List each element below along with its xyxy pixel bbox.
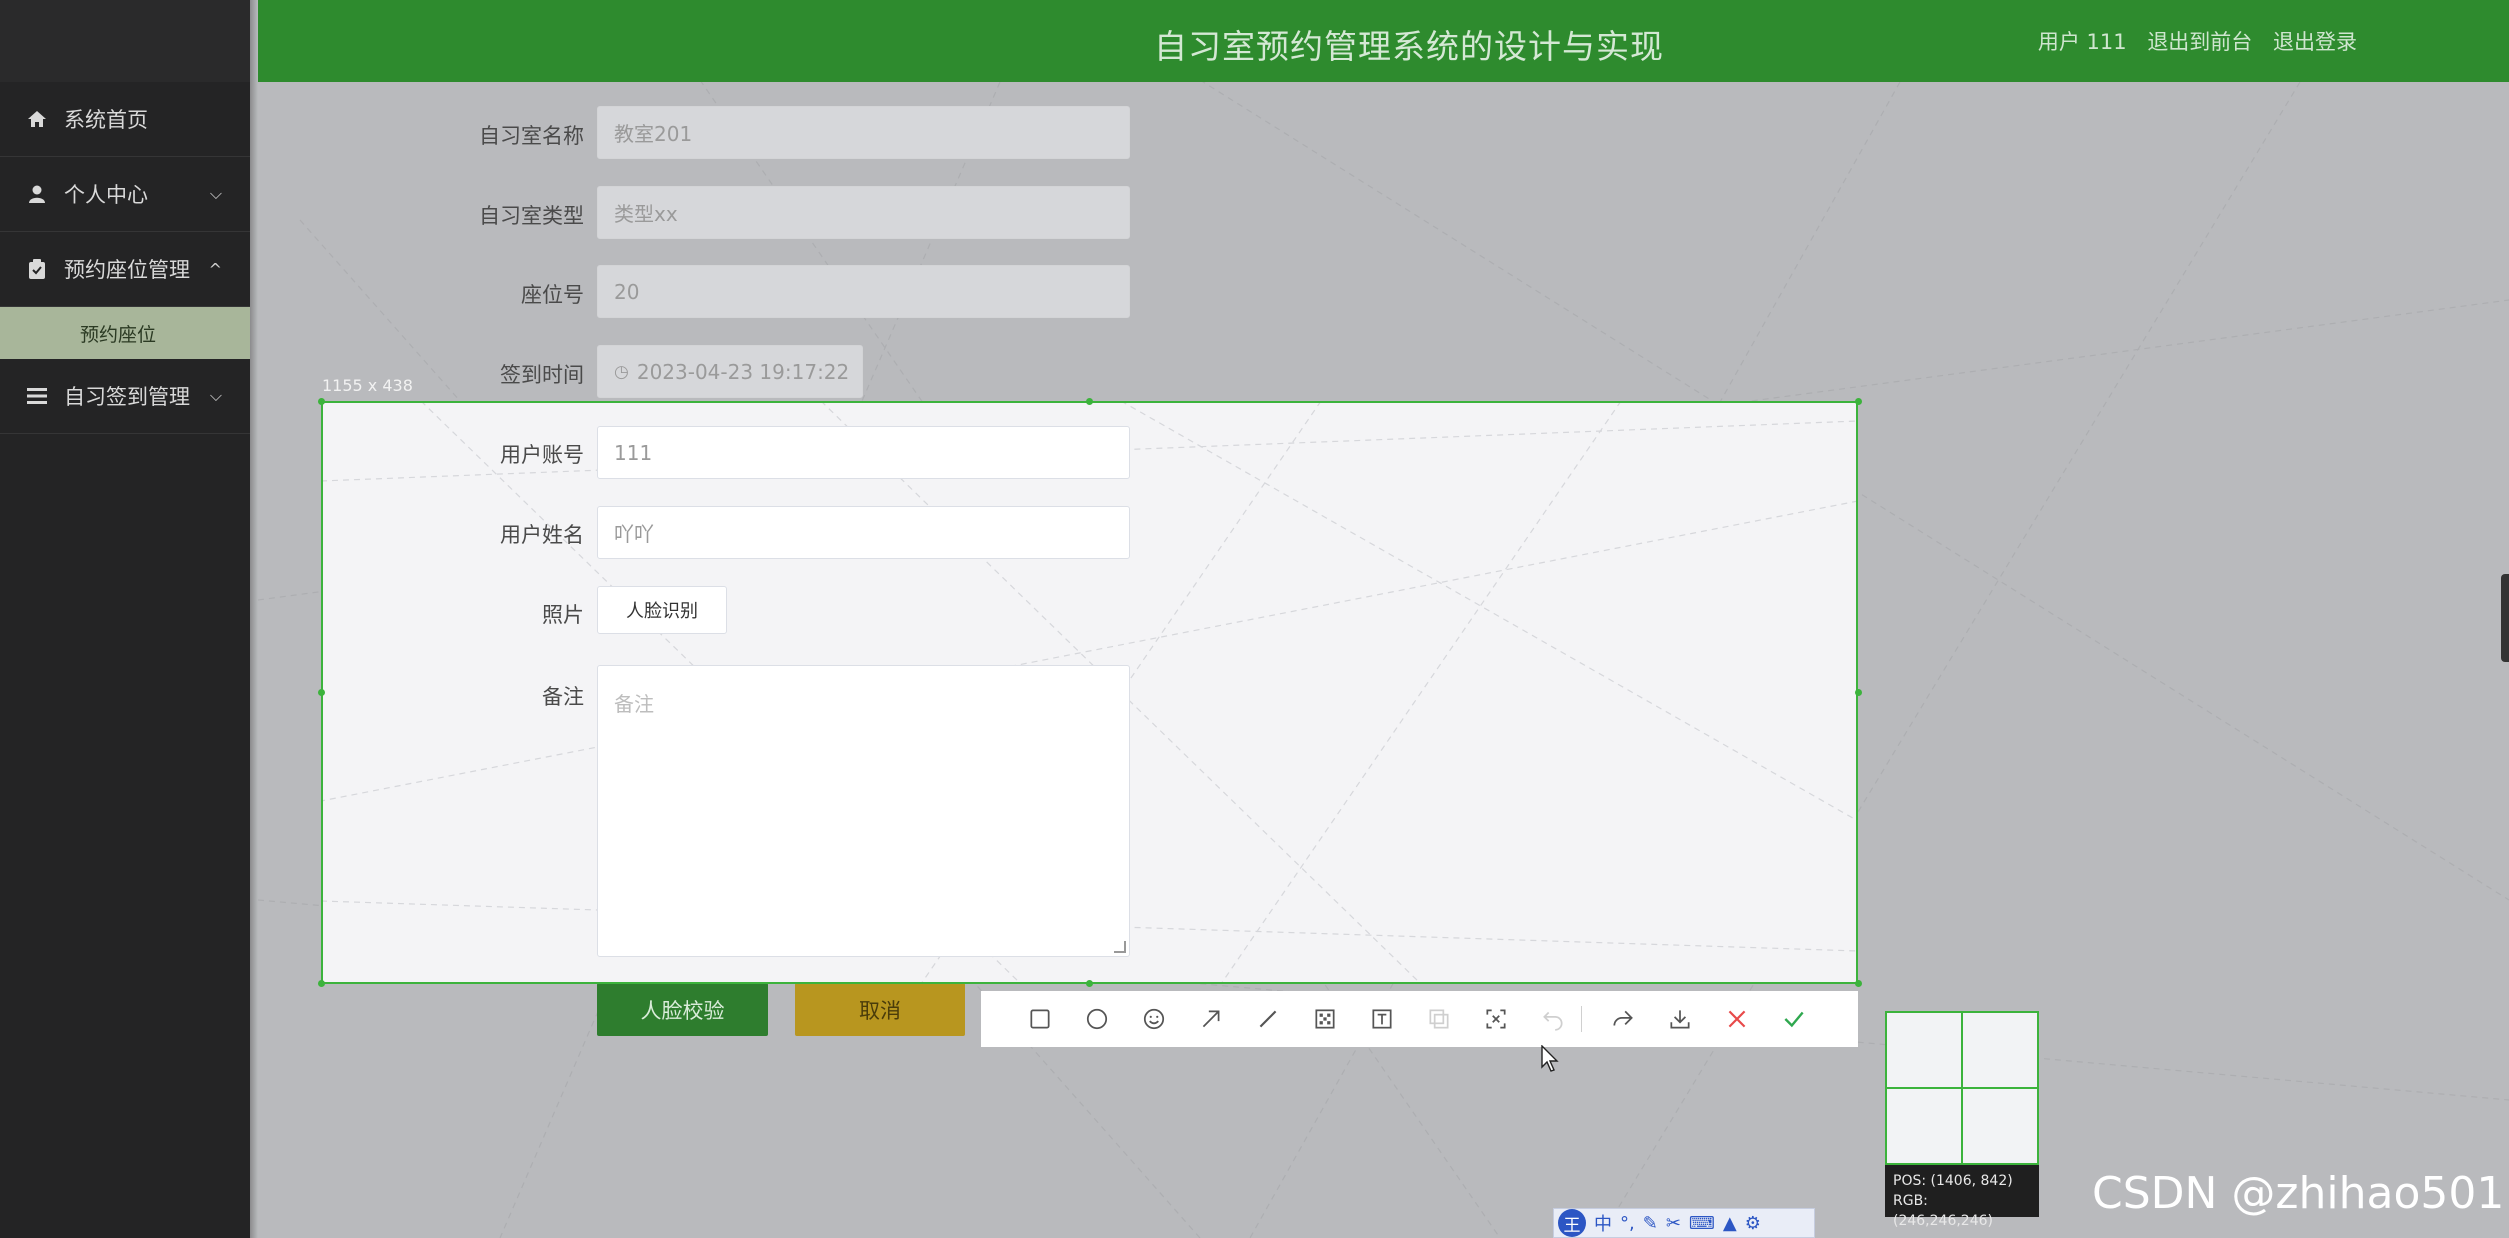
room-name-input[interactable]: 教室201 <box>597 106 1130 159</box>
sidebar-item-profile[interactable]: 个人中心 ⌵ <box>0 157 250 232</box>
room-type-label: 自习室类型 <box>479 204 584 228</box>
sidebar-item-label: 系统首页 <box>64 108 148 132</box>
resize-handle-bl[interactable] <box>318 980 325 987</box>
username-label: 用户姓名 <box>500 523 584 547</box>
room-type-input[interactable]: 类型xx <box>597 186 1130 239</box>
mosaic-icon[interactable] <box>1296 991 1353 1047</box>
photo-label: 照片 <box>542 603 584 627</box>
account-label: 用户账号 <box>500 443 584 467</box>
keyboard-icon[interactable]: ⌨ <box>1689 1213 1715 1234</box>
clipboard-icon <box>26 259 48 279</box>
punctuation-icon[interactable]: °, <box>1620 1213 1635 1234</box>
room-name-value: 教室201 <box>614 122 693 146</box>
rectangle-icon[interactable] <box>1011 991 1068 1047</box>
resize-handle-tl[interactable] <box>318 398 325 405</box>
sidebar-subitem-reserve-seat[interactable]: 预约座位 <box>0 307 250 359</box>
scrollbar-thumb[interactable] <box>2501 574 2509 662</box>
cursor-position: POS: (1406, 842) <box>1893 1173 2013 1189</box>
face-verify-button[interactable]: 人脸校验 <box>597 983 768 1036</box>
share-icon[interactable] <box>1594 991 1651 1047</box>
account-value: 111 <box>614 440 653 465</box>
sidebar: 系统首页 个人中心 ⌵ 预约座位管理 ^ 预约座位 自习签到管理 ⌵ <box>0 0 250 1238</box>
remark-label: 备注 <box>542 685 584 709</box>
page-title: 自习室预约管理系统的设计与实现 <box>1154 27 1664 66</box>
resize-handle-r[interactable] <box>1855 689 1862 696</box>
back-to-front-link[interactable]: 退出到前台 <box>2147 30 2252 54</box>
download-icon[interactable] <box>1651 991 1708 1047</box>
user-icon <box>26 184 48 204</box>
pixel-magnifier <box>1885 1011 2039 1165</box>
line-icon[interactable] <box>1239 991 1296 1047</box>
sidebar-item-label: 预约座位 <box>80 323 157 346</box>
sidebar-top <box>0 0 250 82</box>
resize-handle-l[interactable] <box>318 689 325 696</box>
username-input[interactable]: 吖吖 <box>597 506 1130 559</box>
sidebar-item-seat-management[interactable]: 预约座位管理 ^ <box>0 232 250 307</box>
magnifier-info: POS: (1406, 842) RGB: (246,246,246) <box>1885 1165 2039 1229</box>
face-recognition-button[interactable]: 人脸识别 <box>597 586 727 634</box>
username-value: 吖吖 <box>614 522 654 546</box>
seat-number-value: 20 <box>614 279 640 304</box>
resize-handle-br[interactable] <box>1855 980 1862 987</box>
resize-handle-b[interactable] <box>1086 980 1093 987</box>
sidebar-item-home[interactable]: 系统首页 <box>0 82 250 157</box>
toolbar-divider <box>1581 1006 1582 1032</box>
skin-icon[interactable]: ▲ <box>1723 1213 1737 1234</box>
ime-toolbar: 王 中 °, ✎ ✂ ⌨ ▲ ⚙ <box>1553 1208 1815 1238</box>
resize-grip-icon[interactable] <box>1114 941 1126 953</box>
clock-icon: ◷ <box>614 361 629 382</box>
chevron-up-icon: ^ <box>208 259 222 279</box>
capture-toolbar <box>981 991 1858 1047</box>
room-name-label: 自习室名称 <box>479 124 584 148</box>
remark-textarea[interactable]: 备注 <box>597 665 1130 957</box>
undo-icon[interactable] <box>1524 991 1581 1047</box>
watermark: CSDN @zhihao501 <box>2092 1168 2505 1219</box>
remark-placeholder: 备注 <box>614 692 654 716</box>
circle-icon[interactable] <box>1068 991 1125 1047</box>
ocr-icon[interactable] <box>1467 991 1524 1047</box>
cursor-rgb: RGB: (246,246,246) <box>1893 1193 1993 1229</box>
emoji-icon[interactable] <box>1125 991 1182 1047</box>
magnifier-crosshair-h <box>1887 1087 2037 1089</box>
ime-logo[interactable]: 王 <box>1558 1209 1586 1237</box>
sign-time-value: 2023-04-23 19:17:22 <box>636 359 850 384</box>
sign-time-label: 签到时间 <box>500 363 584 387</box>
ime-lang[interactable]: 中 <box>1594 1210 1612 1236</box>
account-input[interactable]: 111 <box>597 426 1130 479</box>
current-user: 用户 111 <box>2037 30 2127 54</box>
sidebar-shadow <box>250 0 258 1238</box>
sidebar-item-label: 预约座位管理 <box>64 258 190 282</box>
top-header: 自习室预约管理系统的设计与实现 用户 111 退出到前台 退出登录 <box>258 0 2509 82</box>
sidebar-item-label: 个人中心 <box>64 183 148 207</box>
pen-icon[interactable]: ✎ <box>1643 1213 1658 1234</box>
gear-icon[interactable]: ⚙ <box>1745 1213 1761 1234</box>
chevron-down-icon: ⌵ <box>209 386 222 405</box>
scissors-icon[interactable]: ✂ <box>1666 1213 1681 1234</box>
copy-icon[interactable] <box>1410 991 1467 1047</box>
cancel-button[interactable]: 取消 <box>795 983 965 1036</box>
capture-size-label: 1155 x 438 <box>322 376 413 395</box>
user-links: 用户 111 退出到前台 退出登录 <box>2024 26 2357 56</box>
sign-time-input[interactable]: ◷ 2023-04-23 19:17:22 <box>597 345 863 398</box>
text-icon[interactable] <box>1353 991 1410 1047</box>
sidebar-item-label: 自习签到管理 <box>64 385 190 409</box>
chevron-down-icon: ⌵ <box>209 184 222 203</box>
room-type-value: 类型xx <box>614 202 678 226</box>
menu-icon <box>26 387 48 405</box>
arrow-icon[interactable] <box>1182 991 1239 1047</box>
mouse-cursor-icon <box>1541 1045 1559 1072</box>
home-icon <box>26 109 48 129</box>
seat-number-label: 座位号 <box>521 283 584 307</box>
resize-handle-tr[interactable] <box>1855 398 1862 405</box>
seat-number-input[interactable]: 20 <box>597 265 1130 318</box>
logout-link[interactable]: 退出登录 <box>2273 30 2357 54</box>
confirm-icon[interactable] <box>1765 991 1822 1047</box>
sidebar-item-checkin-management[interactable]: 自习签到管理 ⌵ <box>0 359 250 434</box>
close-icon[interactable] <box>1708 991 1765 1047</box>
resize-handle-t[interactable] <box>1086 398 1093 405</box>
